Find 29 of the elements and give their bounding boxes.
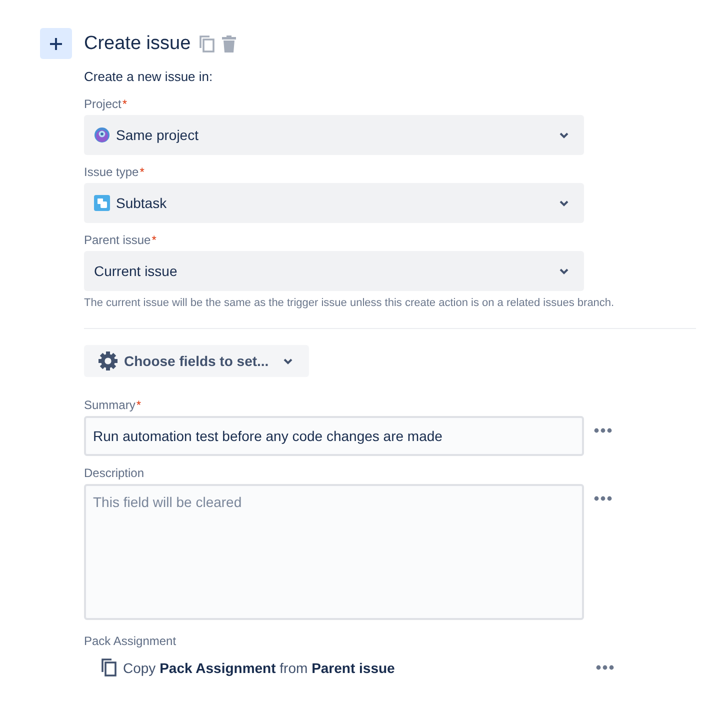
field-label: Project: [84, 97, 122, 111]
project-avatar-icon: [94, 127, 110, 143]
chevron-down-icon: [559, 200, 569, 206]
required-mark: *: [140, 165, 144, 179]
field-label: Summary: [84, 398, 136, 412]
plus-icon: [40, 28, 72, 59]
subtask-icon: [94, 195, 110, 211]
description-field[interactable]: This field will be cleared: [84, 484, 584, 620]
select-field[interactable]: Subtask: [84, 183, 584, 223]
required-mark: *: [136, 398, 142, 412]
chevron-down-icon: [559, 268, 569, 274]
required-mark: *: [152, 233, 156, 247]
field-label: Pack Assignment: [84, 634, 176, 648]
required-mark: *: [122, 97, 128, 111]
gear-icon: [98, 351, 118, 371]
field-label: Parent issue: [84, 233, 151, 247]
copy-value-text: Copy Pack Assignment from Parent issue: [123, 660, 396, 676]
help-text: The current issue will be the same as the trigger issue unless this create action is on a related issues branch.: [84, 297, 616, 311]
chevron-down-icon: [559, 132, 569, 138]
component-title: Create issue: [84, 32, 191, 54]
copy-icon: [101, 658, 117, 677]
field-label: Issue type: [84, 165, 139, 179]
select-field[interactable]: Same project: [84, 115, 584, 155]
subtitle: Create a new issue in:: [84, 69, 214, 86]
summary-field[interactable]: Run automation test before any code changes are made: [84, 416, 584, 456]
select-field[interactable]: Current issue: [84, 251, 584, 291]
field-label: Description: [84, 466, 144, 480]
choose-fields-button[interactable]: Choose fields to set...: [84, 345, 309, 377]
chevron-down-icon: [282, 358, 293, 364]
